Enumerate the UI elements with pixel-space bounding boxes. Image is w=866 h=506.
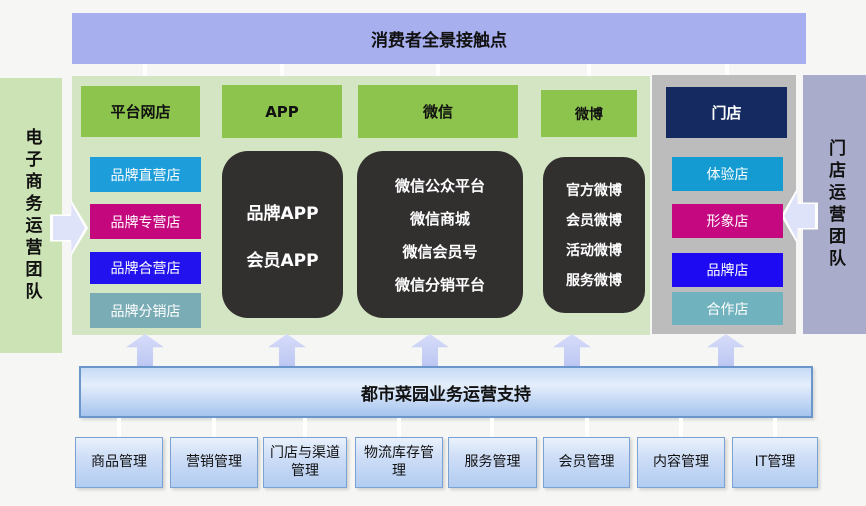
experience-store-chip: 体验店 [672, 157, 783, 191]
column-header-weibo: 微博 [541, 90, 637, 137]
column-header-store: 门店 [666, 87, 787, 138]
biz-box-label: 会员管理 [559, 454, 615, 472]
up-arrow [268, 334, 306, 367]
connector-line [773, 418, 777, 437]
panel-line: 服务微博 [566, 270, 622, 290]
box-it-mgmt: IT管理 [732, 437, 818, 488]
box-marketing-mgmt: 营销管理 [170, 437, 258, 488]
brand-distribution-store-chip: 品牌分销店 [90, 293, 201, 328]
wechat-panel: 微信公众平台 微信商城 微信会员号 微信分销平台 [357, 151, 523, 318]
panel-line: 会员微博 [566, 210, 622, 230]
biz-box-label: 服务管理 [465, 454, 521, 472]
panel-line: 会员APP [246, 246, 318, 271]
column-header-label: 微信 [423, 101, 453, 122]
biz-box-label: 内容管理 [653, 454, 709, 472]
brand-joint-store-chip: 品牌合营店 [90, 252, 201, 284]
connector-line [490, 418, 494, 437]
chip-label: 品牌分销店 [111, 301, 181, 321]
box-service-mgmt: 服务管理 [448, 437, 537, 488]
biz-box-label: 商品管理 [91, 454, 147, 472]
image-store-chip: 形象店 [672, 204, 783, 238]
panel-line: 微信分销平台 [395, 274, 485, 295]
box-member-mgmt: 会员管理 [543, 437, 630, 488]
panel-line: 微信会员号 [402, 241, 477, 262]
brand-direct-store-chip: 品牌直营店 [90, 157, 201, 192]
biz-box-label: 营销管理 [186, 454, 242, 472]
connector-line [117, 418, 121, 437]
chip-label: 形象店 [707, 211, 749, 231]
column-header-label: APP [265, 103, 299, 121]
box-product-mgmt: 商品管理 [75, 437, 163, 488]
biz-box-label: 物流库存管理 [360, 445, 438, 480]
chip-label: 品牌专营店 [111, 212, 181, 232]
panel-line: 活动微博 [566, 240, 622, 260]
chip-label: 品牌店 [707, 260, 749, 280]
chip-label: 体验店 [707, 164, 749, 184]
column-header-app: APP [222, 85, 342, 138]
brand-store-chip: 品牌店 [672, 253, 783, 287]
column-header-wechat: 微信 [358, 85, 518, 138]
biz-box-label: 门店与渠道管理 [268, 445, 342, 480]
consumer-touchpoint-banner: 消费者全景接触点 [72, 13, 806, 64]
operations-support-banner: 都市菜园业务运营支持 [79, 366, 813, 418]
column-header-label: 微博 [575, 104, 603, 124]
ecommerce-team-label: 电子商务运营团队 [23, 128, 40, 304]
consumer-touchpoint-label: 消费者全景接触点 [371, 26, 507, 51]
up-arrow [707, 334, 745, 367]
app-panel: 品牌APP 会员APP [222, 151, 343, 318]
chip-label: 合作店 [707, 299, 749, 319]
panel-line: 官方微博 [566, 180, 622, 200]
biz-box-label: IT管理 [755, 454, 796, 472]
connector-line [212, 418, 216, 437]
box-store-channel-mgmt: 门店与渠道管理 [263, 437, 347, 488]
operations-support-label: 都市菜园业务运营支持 [361, 380, 531, 405]
connector-line [679, 418, 683, 437]
store-team-label: 门店运营团队 [826, 139, 843, 271]
box-content-mgmt: 内容管理 [637, 437, 725, 488]
panel-line: 品牌APP [246, 199, 318, 224]
connector-line [397, 418, 401, 437]
column-header-platform-stores: 平台网店 [81, 86, 200, 137]
weibo-panel: 官方微博 会员微博 活动微博 服务微博 [543, 157, 645, 313]
column-header-label: 门店 [711, 102, 741, 123]
diagram-canvas: 消费者全景接触点 电子商务运营团队 门店运营团队 平台网店 品牌直营店 品牌专营… [0, 0, 866, 506]
up-arrow [411, 334, 449, 367]
up-arrow [126, 334, 164, 367]
connector-line [585, 418, 589, 437]
chip-label: 品牌直营店 [111, 165, 181, 185]
box-logistics-inventory-mgmt: 物流库存管理 [355, 437, 443, 488]
column-header-label: 平台网店 [110, 101, 170, 122]
panel-line: 微信公众平台 [395, 175, 485, 196]
up-arrow [553, 334, 591, 367]
chip-label: 品牌合营店 [111, 258, 181, 278]
brand-franchise-store-chip: 品牌专营店 [90, 204, 201, 239]
connector-line [303, 418, 307, 437]
partner-store-chip: 合作店 [672, 292, 783, 325]
panel-line: 微信商城 [410, 208, 470, 229]
